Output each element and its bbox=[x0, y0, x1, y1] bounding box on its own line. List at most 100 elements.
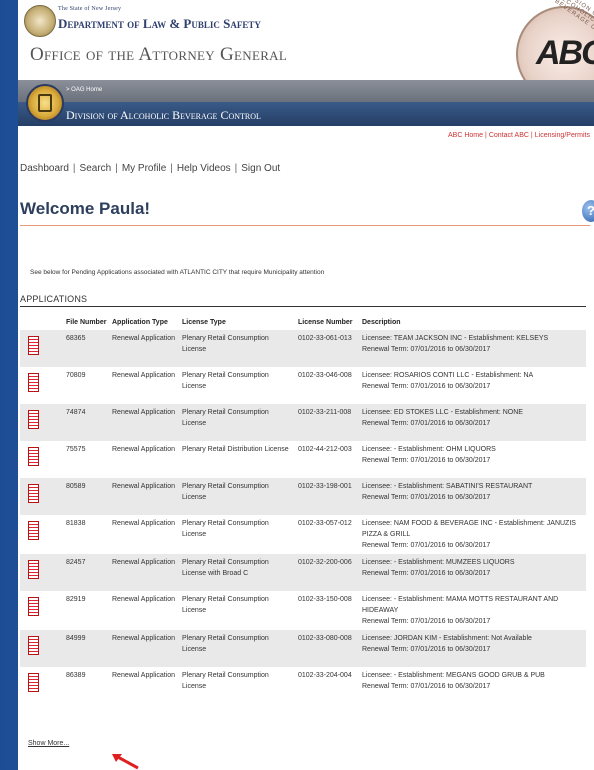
description-licensee: Licensee: ED STOKES LLC - Establishment:… bbox=[362, 409, 523, 416]
file-number-cell[interactable]: 82919 bbox=[64, 591, 110, 630]
col-license-number: License Number bbox=[298, 319, 353, 326]
application-type-cell: Renewal Application bbox=[112, 672, 176, 679]
table-row: 84999 Renewal Application Plenary Retail C… bbox=[20, 630, 586, 667]
file-number-cell[interactable]: 82457 bbox=[64, 554, 110, 591]
license-number-cell: 0102-33-046-008 bbox=[298, 372, 352, 379]
description-licensee: Licensee: - Establishment: MAMA MOTTS RE… bbox=[362, 596, 559, 614]
application-type-cell: Renewal Application bbox=[112, 596, 176, 603]
application-type-cell: Renewal Application bbox=[112, 446, 176, 453]
pdf-document-icon[interactable] bbox=[28, 447, 39, 466]
col-description: Description bbox=[362, 319, 401, 326]
pdf-document-icon[interactable] bbox=[28, 373, 39, 392]
breadcrumb-oag-home[interactable]: > OAG Home bbox=[66, 87, 102, 93]
description-cell: Licensee: TEAM JACKSON INC - Establishme… bbox=[360, 330, 586, 367]
description-licensee: Licensee: TEAM JACKSON INC - Establishme… bbox=[362, 335, 549, 342]
description-renewal-term: Renewal Term: 07/01/2016 to 06/30/2017 bbox=[362, 383, 491, 390]
licensing-permits-link[interactable]: Licensing/Permits bbox=[535, 132, 590, 139]
attorney-general-seal-icon bbox=[26, 84, 64, 122]
pdf-document-icon[interactable] bbox=[28, 636, 39, 655]
license-type-cell: Plenary Retail Consumption License bbox=[182, 409, 269, 427]
pdf-document-icon[interactable] bbox=[28, 521, 39, 540]
application-type-cell: Renewal Application bbox=[112, 559, 176, 566]
file-number-cell[interactable]: 75575 bbox=[64, 441, 110, 478]
nav-sign-out[interactable]: Sign Out bbox=[241, 163, 280, 174]
application-type-cell: Renewal Application bbox=[112, 335, 176, 342]
pdf-document-icon[interactable] bbox=[28, 673, 39, 692]
table-row: 82919 Renewal Application Plenary Retail C… bbox=[20, 591, 586, 630]
pdf-document-icon[interactable] bbox=[28, 336, 39, 355]
top-links: ABC Home | Contact ABC | Licensing/Permits bbox=[448, 132, 590, 139]
applications-table: File Number Application Type License Typ… bbox=[20, 316, 586, 704]
document-cell bbox=[20, 591, 64, 630]
nav-search[interactable]: Search bbox=[80, 163, 112, 174]
title-divider bbox=[20, 225, 590, 226]
application-type-cell: Renewal Application bbox=[112, 372, 176, 379]
division-title: Division of Alcoholic Beverage Control bbox=[66, 108, 261, 122]
file-number-cell[interactable]: 84999 bbox=[64, 630, 110, 667]
description-licensee: Licensee: - Establishment: MUMZEES LIQUO… bbox=[362, 559, 515, 566]
description-licensee: Licensee: JORDAN KIM - Establishment: No… bbox=[362, 635, 532, 642]
license-number-cell: 0102-33-061-013 bbox=[298, 335, 352, 342]
license-number-cell: 0102-44-212-003 bbox=[298, 446, 352, 453]
description-renewal-term: Renewal Term: 07/01/2016 to 06/30/2017 bbox=[362, 542, 491, 549]
department-name: Department of Law & Public Safety bbox=[58, 16, 261, 31]
file-number-cell[interactable]: 68365 bbox=[64, 330, 110, 367]
license-type-cell: Plenary Retail Consumption License with … bbox=[182, 559, 269, 577]
file-number-cell[interactable]: 70809 bbox=[64, 367, 110, 404]
contact-abc-link[interactable]: Contact ABC bbox=[489, 132, 529, 139]
license-number-cell: 0102-33-080-008 bbox=[298, 635, 352, 642]
license-number-cell: 0102-33-198-001 bbox=[298, 483, 352, 490]
file-number-cell[interactable]: 86389 bbox=[64, 667, 110, 704]
description-cell: Licensee: - Establishment: MAMA MOTTS RE… bbox=[360, 591, 586, 630]
col-file-number: File Number bbox=[66, 319, 107, 326]
office-name: Office of the Attorney General bbox=[30, 44, 288, 65]
applications-table-body: 68365 Renewal Application Plenary Retail C… bbox=[20, 330, 586, 704]
table-row: 81838 Renewal Application Plenary Retail C… bbox=[20, 515, 586, 554]
description-cell: Licensee: - Establishment: MEGANS GOOD G… bbox=[360, 667, 586, 704]
col-license-type: License Type bbox=[182, 319, 226, 326]
nav-help-videos[interactable]: Help Videos bbox=[177, 163, 231, 174]
license-number-cell: 0102-33-057-012 bbox=[298, 520, 352, 527]
help-icon[interactable]: ? bbox=[582, 200, 594, 222]
license-type-cell: Plenary Retail Consumption License bbox=[182, 672, 269, 690]
description-renewal-term: Renewal Term: 07/01/2016 to 06/30/2017 bbox=[362, 420, 491, 427]
nav-separator: | bbox=[234, 163, 238, 174]
pdf-document-icon[interactable] bbox=[28, 560, 39, 579]
license-type-cell: Plenary Retail Consumption License bbox=[182, 635, 269, 653]
license-number-cell: 0102-33-211-008 bbox=[298, 409, 352, 416]
table-row: 86389 Renewal Application Plenary Retail C… bbox=[20, 667, 586, 704]
abc-seal-text: ABC bbox=[536, 34, 594, 72]
description-renewal-term: Renewal Term: 07/01/2016 to 06/30/2017 bbox=[362, 570, 491, 577]
nav-dashboard[interactable]: Dashboard bbox=[20, 163, 69, 174]
description-renewal-term: Renewal Term: 07/01/2016 to 06/30/2017 bbox=[362, 683, 491, 690]
license-type-cell: Plenary Retail Consumption License bbox=[182, 483, 269, 501]
abc-home-link[interactable]: ABC Home bbox=[448, 132, 483, 139]
show-more-link[interactable]: Show More... bbox=[28, 740, 69, 747]
table-row: 70809 Renewal Application Plenary Retail C… bbox=[20, 367, 586, 404]
file-number-cell[interactable]: 80589 bbox=[64, 478, 110, 515]
description-cell: Licensee: NAM FOOD & BEVERAGE INC - Esta… bbox=[360, 515, 586, 554]
license-type-cell: Plenary Retail Consumption License bbox=[182, 520, 269, 538]
table-row: 80589 Renewal Application Plenary Retail C… bbox=[20, 478, 586, 515]
description-cell: Licensee: ROSARIOS CONTI LLC - Establish… bbox=[360, 367, 586, 404]
applications-divider bbox=[20, 306, 586, 307]
pdf-document-icon[interactable] bbox=[28, 410, 39, 429]
table-header-row: File Number Application Type License Typ… bbox=[20, 316, 586, 330]
document-cell bbox=[20, 515, 64, 554]
description-cell: Licensee: JORDAN KIM - Establishment: No… bbox=[360, 630, 586, 667]
description-cell: Licensee: - Establishment: SABATINI'S RE… bbox=[360, 478, 586, 515]
description-cell: Licensee: - Establishment: OHM LIQUORS Re… bbox=[360, 441, 586, 478]
description-licensee: Licensee: - Establishment: MEGANS GOOD G… bbox=[362, 672, 545, 679]
file-number-cell[interactable]: 74874 bbox=[64, 404, 110, 441]
license-type-cell: Plenary Retail Distribution License bbox=[182, 446, 289, 453]
file-number-cell[interactable]: 81838 bbox=[64, 515, 110, 554]
header: The State of New Jersey Department of La… bbox=[18, 0, 594, 102]
pdf-document-icon[interactable] bbox=[28, 484, 39, 503]
red-arrow-icon bbox=[112, 754, 139, 770]
nj-seal-icon bbox=[24, 5, 56, 37]
breadcrumb-band bbox=[18, 80, 594, 102]
pdf-document-icon[interactable] bbox=[28, 597, 39, 616]
nav-my-profile[interactable]: My Profile bbox=[122, 163, 166, 174]
description-licensee: Licensee: - Establishment: OHM LIQUORS bbox=[362, 446, 496, 453]
state-name: The State of New Jersey bbox=[58, 6, 122, 12]
